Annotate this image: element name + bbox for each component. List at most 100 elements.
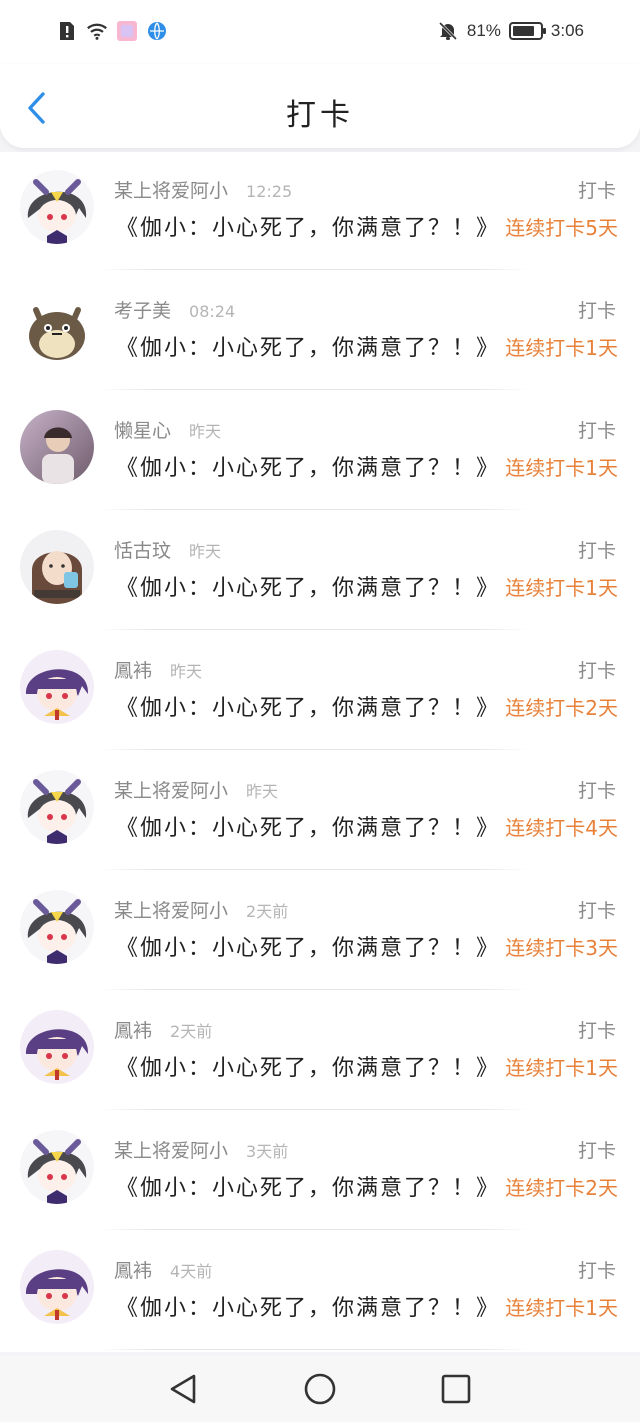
user-name[interactable]: 某上将爱阿小 3天前 [114,1136,288,1163]
list-item[interactable]: 某上将爱阿小 3天前 打卡 《伽小：小心死了，你满意了？！》 连续打卡2天 [0,1112,640,1232]
list-item[interactable]: 恬古玟 昨天 打卡《伽小：小心死了，你满意了？！》 连续打卡1天 [0,512,640,632]
user-name-text: 鳳袆 [114,660,153,682]
post-time: 昨天 [246,782,279,801]
user-name[interactable]: 某上将爱阿小 12:25 [114,176,292,203]
divider [100,1109,530,1110]
app-icon [116,20,138,42]
home-circle-icon [304,1373,336,1405]
battery-percent: 81% [466,21,501,40]
nav-home-button[interactable] [302,1371,338,1407]
action-label: 打卡 [577,300,616,322]
status-bar: 81% 3:06 [0,0,640,64]
page-title: 打卡 [286,98,354,133]
avatar[interactable] [20,890,94,964]
streak-badge: 连续打卡3天 [505,936,618,960]
avatar[interactable] [20,1250,94,1324]
user-name-text: 懒星心 [114,420,172,442]
divider [100,269,530,270]
status-icons-left [56,20,168,42]
action-label: 打卡 [577,540,616,562]
browser-icon [146,20,168,42]
post-content: 《伽小：小心死了，你满意了？！》 [116,1176,501,1201]
action-label: 打卡 [577,780,616,802]
user-name-text: 恬古玟 [114,540,172,562]
avatar[interactable] [20,1010,94,1084]
nav-recent-button[interactable] [438,1371,474,1407]
list-item[interactable]: 鳳袆 2天前 打卡 《伽小：小心死了，你满意了？！》 连续打卡1天 [0,992,640,1112]
user-name[interactable]: 考子美 08:24 [114,296,235,323]
alert-icon [56,20,78,42]
user-name[interactable]: 懒星心 昨天 [114,416,221,443]
user-name-text: 某上将爱阿小 [114,180,229,202]
action-label: 打卡 [577,1020,616,1042]
post-content: 《伽小：小心死了，你满意了？！》 [116,936,501,961]
list-item[interactable]: 某上将爱阿小 2天前 打卡《伽小：小心死了，你满意了？！》 连续打卡3天 [0,872,640,992]
avatar[interactable] [20,1130,94,1204]
streak-badge: 连续打卡2天 [505,696,618,720]
post-time: 4天前 [170,1262,213,1281]
divider [100,989,530,990]
divider [100,1349,530,1350]
streak-badge: 连续打卡4天 [505,816,618,840]
divider [100,749,530,750]
system-nav-bar [0,1356,640,1422]
user-name-text: 鳳袆 [114,1260,153,1282]
user-name[interactable]: 鳳袆 2天前 [114,1016,212,1043]
list-item[interactable]: 某上将爱阿小 昨天 打卡《伽小：小心死了，你满意了？！》 连续打卡4天 [0,752,640,872]
user-name[interactable]: 某上将爱阿小 昨天 [114,776,278,803]
user-name[interactable]: 鳳袆 昨天 [114,656,202,683]
post-content: 《伽小：小心死了，你满意了？！》 [116,336,501,361]
avatar[interactable] [20,770,94,844]
divider [100,1229,530,1230]
avatar[interactable] [20,410,94,484]
post-time: 3天前 [246,1142,289,1161]
post-time: 2天前 [170,1022,213,1041]
list-item[interactable]: 鳳袆 昨天 打卡《伽小：小心死了，你满意了？！》 连续打卡2天 [0,632,640,752]
nav-back-button[interactable] [166,1371,202,1407]
battery-level [512,26,534,36]
avatar[interactable] [20,290,94,364]
post-time: 昨天 [170,662,203,681]
user-name[interactable]: 某上将爱阿小 2天前 [114,896,288,923]
user-name-text: 某上将爱阿小 [114,900,229,922]
streak-badge: 连续打卡5天 [505,216,618,240]
status-icons-right: 81% 3:06 [437,20,584,42]
list-item[interactable]: 鳳袆 4天前 打卡《伽小：小心死了，你满意了？！》 连续打卡1天 [0,1232,640,1352]
user-name-text: 某上将爱阿小 [114,1140,229,1162]
action-label: 打卡 [577,180,616,202]
post-content: 《伽小：小心死了，你满意了？！》 [116,816,501,841]
list-item[interactable]: 考子美 08:24 打卡 《伽小：小心死了，你满意了？！》 连续打卡1天 [0,272,640,392]
action-label: 打卡 [577,1260,616,1282]
post-time: 昨天 [189,542,222,561]
post-content: 《伽小：小心死了，你满意了？！》 [116,696,501,721]
streak-badge: 连续打卡1天 [505,576,618,600]
list-item[interactable]: 懒星心 昨天 打卡 《伽小：小心死了，你满意了？！》 连续打卡1天 [0,392,640,512]
avatar[interactable] [20,650,94,724]
user-name-text: 考子美 [114,300,172,322]
streak-badge: 连续打卡2天 [505,1176,618,1200]
divider [100,869,530,870]
divider [100,629,530,630]
app-header: 打卡 [0,64,640,148]
post-content: 《伽小：小心死了，你满意了？！》 [116,1296,501,1321]
action-label: 打卡 [577,660,616,682]
avatar[interactable] [20,170,94,244]
avatar[interactable] [20,530,94,604]
wifi-icon [86,20,108,42]
post-time: 08:24 [189,302,236,321]
battery-icon [508,22,546,40]
checkin-list: 某上将爱阿小 12:25 打卡 《伽小：小心死了，你满意了？！》 连续打卡5天 考子美 08… [0,152,640,1352]
streak-badge: 连续打卡1天 [505,1296,618,1320]
action-label: 打卡 [577,900,616,922]
post-content: 《伽小：小心死了，你满意了？！》 [116,216,501,241]
streak-badge: 连续打卡1天 [505,1056,618,1080]
divider [100,509,530,510]
mute-bell-icon [437,20,459,42]
clock: 3:06 [550,21,584,40]
user-name-text: 鳳袆 [114,1020,153,1042]
user-name[interactable]: 恬古玟 昨天 [114,536,221,563]
post-content: 《伽小：小心死了，你满意了？！》 [116,576,501,601]
user-name[interactable]: 鳳袆 4天前 [114,1256,212,1283]
back-triangle-icon [170,1374,196,1404]
list-item[interactable]: 某上将爱阿小 12:25 打卡《伽小：小心死了，你满意了？！》 连续打卡5天 [0,152,640,272]
